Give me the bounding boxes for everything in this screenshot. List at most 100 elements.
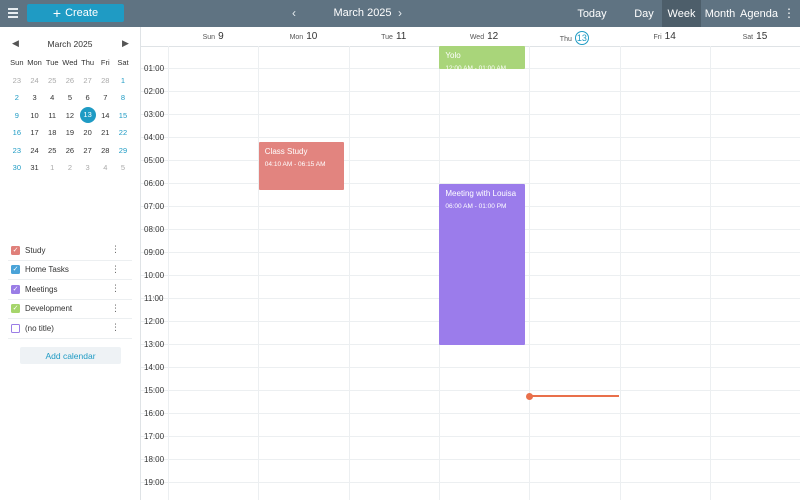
mini-day[interactable]: 2 (61, 163, 79, 172)
hour-label: 14:00 (144, 363, 165, 372)
day-header[interactable]: Tue 11 (349, 27, 439, 46)
hour-label: 18:00 (144, 455, 165, 464)
mini-day[interactable]: 25 (43, 146, 61, 155)
hour-label: 03:00 (144, 110, 165, 119)
event-time: 12:00 AM - 01:00 AM (445, 65, 507, 69)
mini-day[interactable]: 15 (114, 111, 132, 120)
hour-gridline (141, 390, 800, 391)
mini-day[interactable]: 6 (79, 93, 97, 102)
tab-agenda[interactable]: Agenda (740, 0, 778, 27)
mini-day[interactable]: 27 (79, 146, 97, 155)
calendar-item[interactable]: ✓ Study ⋮ (8, 241, 132, 261)
calendar-options-icon[interactable]: ⋮ (111, 244, 120, 255)
tab-month[interactable]: Month (702, 0, 738, 27)
previous-week-icon[interactable]: ‹ (292, 6, 296, 20)
mini-day[interactable]: 31 (26, 163, 44, 172)
mini-day[interactable]: 25 (43, 76, 61, 85)
create-button[interactable]: + Create (27, 4, 124, 22)
calendar-item[interactable]: ✓ Meetings ⋮ (8, 280, 132, 300)
mini-day-today[interactable]: 13 (79, 107, 97, 124)
calendar-options-icon[interactable]: ⋮ (111, 283, 120, 294)
mini-day[interactable]: 1 (43, 163, 61, 172)
hour-label: 15:00 (144, 386, 165, 395)
mini-day[interactable]: 23 (8, 76, 26, 85)
calendar-name: Home Tasks (25, 265, 69, 275)
calendar-event[interactable]: Yolo 12:00 AM - 01:00 AM (439, 46, 525, 69)
day-header[interactable]: Fri 14 (620, 27, 710, 46)
day-header-name: Sat (742, 34, 754, 41)
calendar-checkbox[interactable] (11, 323, 20, 333)
mini-calendar-grid: Sun Mon Tue Wed Thu Fri Sat 23 24 25 26 27 28 1 2 3 4 5 6 7… (8, 54, 132, 177)
mini-day[interactable]: 5 (61, 93, 79, 102)
menu-icon[interactable] (8, 8, 18, 18)
mini-day[interactable]: 24 (26, 76, 44, 85)
mini-day[interactable]: 16 (8, 128, 26, 137)
tab-day[interactable]: Day (627, 0, 661, 27)
mini-day[interactable]: 28 (96, 76, 114, 85)
calendar-checkbox[interactable]: ✓ (11, 284, 20, 294)
mini-day[interactable]: 27 (79, 76, 97, 85)
mini-day[interactable]: 11 (43, 111, 61, 120)
mini-next-month-icon[interactable]: ▶ (122, 38, 129, 49)
mini-day[interactable]: 14 (96, 111, 114, 120)
mini-day[interactable]: 4 (96, 163, 114, 172)
mini-day[interactable]: 26 (61, 146, 79, 155)
hour-gridline (141, 413, 800, 414)
calendar-checkbox[interactable]: ✓ (11, 304, 20, 314)
mini-day[interactable]: 28 (96, 146, 114, 155)
hour-gridline (141, 137, 800, 138)
today-button[interactable]: Today (570, 0, 614, 27)
day-header[interactable]: Sun 9 (168, 27, 258, 46)
calendar-options-icon[interactable]: ⋮ (111, 322, 120, 333)
mini-day[interactable]: 23 (8, 146, 26, 155)
mini-day[interactable]: 21 (96, 128, 114, 137)
calendar-options-icon[interactable]: ⋮ (111, 303, 120, 314)
mini-day[interactable]: 17 (26, 128, 44, 137)
hour-label: 16:00 (144, 409, 165, 418)
day-header[interactable]: Sat 15 (710, 27, 800, 46)
sidebar: ◀ March 2025 ▶ Sun Mon Tue Wed Thu Fri Sat 23 24… (0, 27, 141, 500)
tab-week[interactable]: Week (662, 0, 701, 27)
mini-day[interactable]: 4 (43, 93, 61, 102)
mini-day[interactable]: 3 (79, 163, 97, 172)
add-calendar-button[interactable]: Add calendar (20, 347, 121, 364)
mini-day[interactable]: 20 (79, 128, 97, 137)
calendar-checkbox[interactable]: ✓ (11, 245, 20, 255)
mini-day[interactable]: 3 (26, 93, 44, 102)
mini-day[interactable]: 10 (26, 111, 44, 120)
mini-prev-month-icon[interactable]: ◀ (12, 38, 19, 49)
calendar-checkbox[interactable]: ✓ (11, 265, 20, 275)
mini-day[interactable]: 24 (26, 146, 44, 155)
hour-label: 02:00 (144, 87, 165, 96)
day-header-date: 11 (395, 31, 407, 42)
calendar-event[interactable]: Class Study 04:10 AM - 06:15 AM (258, 141, 345, 190)
more-options-icon[interactable]: ⋮ (783, 6, 795, 20)
mini-day[interactable]: 18 (43, 128, 61, 137)
calendar-item[interactable]: ✓ Home Tasks ⋮ (8, 261, 132, 280)
calendar-item[interactable]: (no title) ⋮ (8, 319, 132, 339)
mini-day[interactable]: 7 (96, 93, 114, 102)
mini-day[interactable]: 12 (61, 111, 79, 120)
mini-day[interactable]: 30 (8, 163, 26, 172)
calendar-options-icon[interactable]: ⋮ (111, 264, 120, 275)
mini-day[interactable]: 19 (61, 128, 79, 137)
create-label: Create (65, 7, 99, 19)
mini-day[interactable]: 8 (114, 93, 132, 102)
day-header[interactable]: Wed 12 (439, 27, 529, 46)
day-header[interactable]: Thu 13 (529, 27, 619, 46)
calendar-event[interactable]: Meeting with Louisa 06:00 AM - 01:00 PM (439, 184, 525, 345)
calendar-item[interactable]: ✓ Development ⋮ (8, 300, 132, 319)
day-header-name: Wed (469, 34, 485, 41)
hour-label: 07:00 (144, 202, 165, 211)
mini-day[interactable]: 22 (114, 128, 132, 137)
mini-day[interactable]: 29 (114, 146, 132, 155)
mini-day[interactable]: 26 (61, 76, 79, 85)
day-header[interactable]: Mon 10 (258, 27, 348, 46)
mini-day[interactable]: 2 (8, 93, 26, 102)
event-title: Class Study (264, 146, 308, 156)
day-header-name: Fri (653, 34, 662, 41)
mini-day[interactable]: 1 (114, 76, 132, 85)
mini-day[interactable]: 9 (8, 111, 26, 120)
next-week-icon[interactable]: › (398, 6, 402, 20)
mini-day[interactable]: 5 (114, 163, 132, 172)
